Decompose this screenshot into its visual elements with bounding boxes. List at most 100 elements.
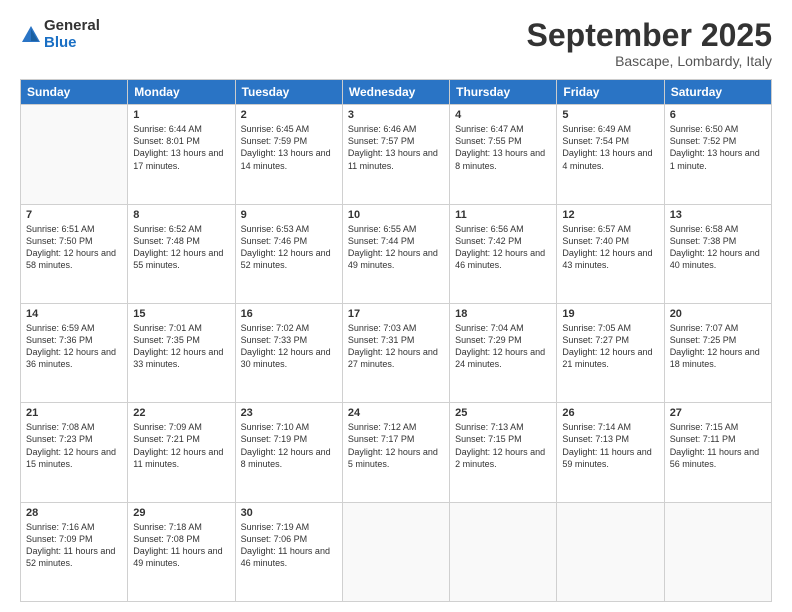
- day-number: 7: [26, 209, 122, 221]
- header-friday: Friday: [557, 80, 664, 105]
- day-number: 30: [241, 507, 337, 519]
- day-number: 27: [670, 407, 766, 419]
- day-info: Sunrise: 6:55 AMSunset: 7:44 PMDaylight:…: [348, 223, 444, 272]
- calendar-cell: 19Sunrise: 7:05 AMSunset: 7:27 PMDayligh…: [557, 303, 664, 402]
- day-number: 24: [348, 407, 444, 419]
- day-info: Sunrise: 6:47 AMSunset: 7:55 PMDaylight:…: [455, 123, 551, 172]
- day-number: 28: [26, 507, 122, 519]
- day-info: Sunrise: 7:01 AMSunset: 7:35 PMDaylight:…: [133, 322, 229, 371]
- day-info: Sunrise: 7:14 AMSunset: 7:13 PMDaylight:…: [562, 421, 658, 470]
- calendar-cell: 28Sunrise: 7:16 AMSunset: 7:09 PMDayligh…: [21, 502, 128, 601]
- day-number: 17: [348, 308, 444, 320]
- calendar-cell: 11 Sunrise: 6:56 AMSunset: 7:42 PMDayligh…: [450, 204, 557, 303]
- calendar-cell: 1 Sunrise: 6:44 AMSunset: 8:01 PMDaylight…: [128, 105, 235, 204]
- calendar-cell: 29 Sunrise: 7:18 AMSunset: 7:08 PMDayligh…: [128, 502, 235, 601]
- day-number: 3: [348, 109, 444, 121]
- logo-general-text: General: [44, 17, 100, 34]
- calendar-cell: 22 Sunrise: 7:09 AMSunset: 7:21 PMDayligh…: [128, 403, 235, 502]
- day-info: Sunrise: 7:10 AMSunset: 7:19 PMDaylight:…: [241, 421, 337, 470]
- calendar-week-row: 28Sunrise: 7:16 AMSunset: 7:09 PMDayligh…: [21, 502, 772, 601]
- day-info: Sunrise: 6:56 AMSunset: 7:42 PMDaylight:…: [455, 223, 551, 272]
- calendar-cell: 9 Sunrise: 6:53 AMSunset: 7:46 PMDaylight…: [235, 204, 342, 303]
- calendar-cell: 30 Sunrise: 7:19 AMSunset: 7:06 PMDayligh…: [235, 502, 342, 601]
- calendar-cell: 14 Sunrise: 6:59 AMSunset: 7:36 PMDayligh…: [21, 303, 128, 402]
- day-info: Sunrise: 7:09 AMSunset: 7:21 PMDaylight:…: [133, 421, 229, 470]
- header-thursday: Thursday: [450, 80, 557, 105]
- day-number: 20: [670, 308, 766, 320]
- day-number: 25: [455, 407, 551, 419]
- day-info: Sunrise: 6:59 AMSunset: 7:36 PMDaylight:…: [26, 322, 122, 371]
- calendar-page: General Blue September 2025 Bascape, Lom…: [0, 0, 792, 612]
- day-number: 6: [670, 109, 766, 121]
- header-tuesday: Tuesday: [235, 80, 342, 105]
- day-info: Sunrise: 6:45 AMSunset: 7:59 PMDaylight:…: [241, 123, 337, 172]
- day-number: 1: [133, 109, 229, 121]
- day-info: Sunrise: 7:03 AMSunset: 7:31 PMDaylight:…: [348, 322, 444, 371]
- day-info: Sunrise: 7:07 AMSunset: 7:25 PMDaylight:…: [670, 322, 766, 371]
- logo: General Blue: [20, 18, 100, 51]
- day-number: 23: [241, 407, 337, 419]
- day-info: Sunrise: 6:51 AMSunset: 7:50 PMDaylight:…: [26, 223, 122, 272]
- day-info: Sunrise: 6:44 AMSunset: 8:01 PMDaylight:…: [133, 123, 229, 172]
- header: General Blue September 2025 Bascape, Lom…: [20, 18, 772, 69]
- day-number: 14: [26, 308, 122, 320]
- day-number: 19: [562, 308, 658, 320]
- calendar-cell: [21, 105, 128, 204]
- calendar-cell: 7 Sunrise: 6:51 AMSunset: 7:50 PMDaylight…: [21, 204, 128, 303]
- calendar-cell: 25Sunrise: 7:13 AMSunset: 7:15 PMDayligh…: [450, 403, 557, 502]
- calendar-cell: [664, 502, 771, 601]
- calendar-cell: 21 Sunrise: 7:08 AMSunset: 7:23 PMDayligh…: [21, 403, 128, 502]
- day-number: 12: [562, 209, 658, 221]
- day-info: Sunrise: 7:19 AMSunset: 7:06 PMDaylight:…: [241, 521, 337, 570]
- calendar-cell: 16Sunrise: 7:02 AMSunset: 7:33 PMDayligh…: [235, 303, 342, 402]
- day-number: 22: [133, 407, 229, 419]
- day-number: 16: [241, 308, 337, 320]
- calendar-cell: 13 Sunrise: 6:58 AMSunset: 7:38 PMDayligh…: [664, 204, 771, 303]
- day-info: Sunrise: 7:15 AMSunset: 7:11 PMDaylight:…: [670, 421, 766, 470]
- day-info: Sunrise: 7:12 AMSunset: 7:17 PMDaylight:…: [348, 421, 444, 470]
- calendar-cell: [557, 502, 664, 601]
- day-info: Sunrise: 6:52 AMSunset: 7:48 PMDaylight:…: [133, 223, 229, 272]
- title-block: September 2025 Bascape, Lombardy, Italy: [527, 18, 772, 69]
- header-wednesday: Wednesday: [342, 80, 449, 105]
- calendar-table: Sunday Monday Tuesday Wednesday Thursday…: [20, 79, 772, 602]
- calendar-cell: 23 Sunrise: 7:10 AMSunset: 7:19 PMDayligh…: [235, 403, 342, 502]
- calendar-cell: 20 Sunrise: 7:07 AMSunset: 7:25 PMDayligh…: [664, 303, 771, 402]
- day-number: 11: [455, 209, 551, 221]
- day-info: Sunrise: 6:58 AMSunset: 7:38 PMDaylight:…: [670, 223, 766, 272]
- day-info: Sunrise: 7:18 AMSunset: 7:08 PMDaylight:…: [133, 521, 229, 570]
- month-title: September 2025: [527, 18, 772, 53]
- header-sunday: Sunday: [21, 80, 128, 105]
- day-number: 21: [26, 407, 122, 419]
- day-number: 18: [455, 308, 551, 320]
- calendar-cell: 2Sunrise: 6:45 AMSunset: 7:59 PMDaylight…: [235, 105, 342, 204]
- calendar-cell: 26 Sunrise: 7:14 AMSunset: 7:13 PMDayligh…: [557, 403, 664, 502]
- calendar-cell: 24 Sunrise: 7:12 AMSunset: 7:17 PMDayligh…: [342, 403, 449, 502]
- day-number: 29: [133, 507, 229, 519]
- day-number: 9: [241, 209, 337, 221]
- day-number: 15: [133, 308, 229, 320]
- calendar-cell: [450, 502, 557, 601]
- header-monday: Monday: [128, 80, 235, 105]
- day-info: Sunrise: 6:53 AMSunset: 7:46 PMDaylight:…: [241, 223, 337, 272]
- day-info: Sunrise: 6:49 AMSunset: 7:54 PMDaylight:…: [562, 123, 658, 172]
- calendar-cell: 15 Sunrise: 7:01 AMSunset: 7:35 PMDayligh…: [128, 303, 235, 402]
- day-number: 4: [455, 109, 551, 121]
- day-number: 5: [562, 109, 658, 121]
- day-info: Sunrise: 7:08 AMSunset: 7:23 PMDaylight:…: [26, 421, 122, 470]
- calendar-cell: 17 Sunrise: 7:03 AMSunset: 7:31 PMDayligh…: [342, 303, 449, 402]
- logo-blue-text: Blue: [44, 34, 77, 51]
- calendar-cell: 8Sunrise: 6:52 AMSunset: 7:48 PMDaylight…: [128, 204, 235, 303]
- calendar-week-row: 7 Sunrise: 6:51 AMSunset: 7:50 PMDaylight…: [21, 204, 772, 303]
- day-number: 13: [670, 209, 766, 221]
- calendar-cell: 10Sunrise: 6:55 AMSunset: 7:44 PMDayligh…: [342, 204, 449, 303]
- calendar-cell: 18Sunrise: 7:04 AMSunset: 7:29 PMDayligh…: [450, 303, 557, 402]
- header-saturday: Saturday: [664, 80, 771, 105]
- logo-icon: [20, 24, 42, 46]
- day-info: Sunrise: 6:57 AMSunset: 7:40 PMDaylight:…: [562, 223, 658, 272]
- day-number: 26: [562, 407, 658, 419]
- calendar-cell: 6Sunrise: 6:50 AMSunset: 7:52 PMDaylight…: [664, 105, 771, 204]
- calendar-week-row: 1 Sunrise: 6:44 AMSunset: 8:01 PMDaylight…: [21, 105, 772, 204]
- calendar-cell: 5 Sunrise: 6:49 AMSunset: 7:54 PMDaylight…: [557, 105, 664, 204]
- weekday-header-row: Sunday Monday Tuesday Wednesday Thursday…: [21, 80, 772, 105]
